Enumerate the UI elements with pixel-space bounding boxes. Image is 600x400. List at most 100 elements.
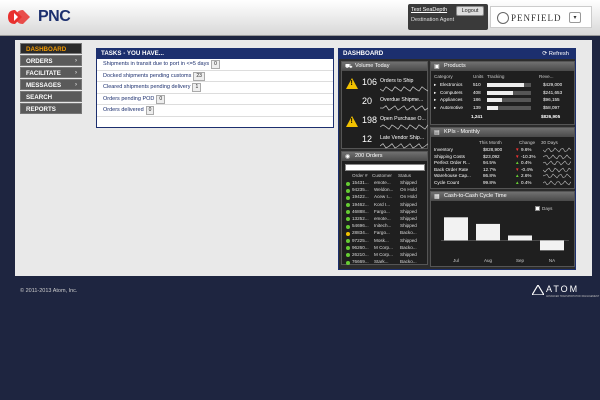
orders-search-input[interactable] (345, 164, 425, 171)
kpis-col-header: 30 Days (541, 140, 558, 145)
orders-col-header: Status (398, 173, 412, 178)
cash-cycle-tick-label: NA (549, 258, 555, 263)
task-row[interactable]: Docked shipments pending customs 23 (97, 71, 333, 82)
order-number: 19422... (352, 194, 369, 200)
order-number: 46888... (352, 208, 369, 214)
order-row[interactable]: 94235... Weldon... On Hold (344, 187, 428, 194)
products-col-header: Reve... (539, 74, 554, 79)
product-tracking-fill (487, 83, 525, 87)
volume-row[interactable]: 12 Late Vendor Ship... (344, 131, 428, 153)
nav-item-label: REPORTS (26, 106, 56, 113)
cash-cycle-tick-label: Aug (484, 258, 493, 263)
task-label: Orders pending POD (103, 95, 155, 102)
order-row[interactable]: 28834... Fargo... Backo... (344, 230, 428, 237)
order-row[interactable]: 13252... emote... Shipped (344, 216, 428, 223)
penfield-seal-icon (497, 12, 509, 24)
order-row[interactable]: 26210... M Corp... Shipped (344, 252, 428, 259)
order-status: Backo... (400, 244, 417, 250)
task-row[interactable]: Cleared shipments pending delivery 1 (97, 82, 333, 94)
task-row[interactable]: Orders pending POD 0 (97, 94, 333, 105)
volume-today-title: Volume Today (355, 63, 390, 69)
cash-cycle-header: ▦ Cash-to-Cash Cycle Time (431, 192, 574, 201)
order-row[interactable]: 96260... M Corp... Backo... (344, 245, 428, 252)
chevron-right-icon: › (75, 70, 77, 76)
kpi-value: $23,092 (483, 153, 500, 159)
order-customer: Fargo... (374, 230, 390, 236)
orders-title: Orders (365, 153, 383, 159)
kpis-widget: ▤ KPIs - Monthly This Month Change 30 Days I… (430, 127, 575, 189)
order-row[interactable]: 46888... Fargo... Shipped (344, 209, 428, 216)
brand-dropdown-button[interactable]: ▾ (569, 12, 581, 23)
product-arrow-icon: ▸ (434, 97, 437, 102)
task-row[interactable]: Shipments in transit due to port in <=5 … (97, 59, 333, 71)
kpi-sparkline (543, 167, 571, 173)
kpi-name: Perfect Order R... (434, 160, 470, 166)
products-total-units: 1,241 (471, 114, 483, 119)
dashboard-panel: DASHBOARD ⟳ Refresh ⛟Volume Today 106Ord… (338, 48, 576, 270)
nav-item-reports[interactable]: REPORTS (20, 103, 82, 114)
kpi-value: 94.5% (483, 160, 497, 166)
kpi-value: $828,900 (483, 147, 503, 152)
volume-number: 106 (362, 77, 378, 87)
kpi-sparkline (543, 154, 571, 159)
order-row[interactable]: 76669... Stark... Backo... (344, 259, 428, 266)
order-status: Shipped (400, 180, 417, 185)
order-row[interactable]: 97225... Mosk... Shipped (344, 238, 428, 245)
task-row[interactable]: Orders delivered 0 (97, 105, 333, 117)
product-units: 408 (473, 89, 481, 95)
dashboard-header: DASHBOARD ⟳ Refresh (339, 49, 575, 59)
orders-col-header: Customer (372, 173, 392, 178)
task-count-badge: 0 (156, 94, 166, 104)
refresh-button[interactable]: ⟳ Refresh (542, 49, 569, 59)
nav-item-dashboard[interactable]: DASHBOARD (20, 43, 82, 54)
order-status: On Hold (400, 194, 417, 200)
product-tracking-bar (487, 90, 531, 95)
warning-icon (346, 78, 358, 89)
nav-item-messages[interactable]: MESSAGES › (20, 79, 82, 90)
order-row[interactable]: 54696... Initech... Shipped (344, 223, 428, 230)
kpi-change: 2.6% (521, 173, 532, 179)
order-status: Shipped (400, 201, 417, 207)
nav-item-orders[interactable]: ORDERS › (20, 55, 82, 66)
products-col-header: Tracking (487, 74, 505, 79)
order-customer: Kord I... (374, 201, 391, 207)
kpi-name: Shipping Costs (434, 153, 465, 159)
volume-sparkline (380, 86, 428, 92)
user-name-link[interactable]: Test SeaDepth (411, 7, 447, 13)
order-number: 26210... (352, 251, 369, 257)
brand-name: PENFIELD (511, 13, 562, 23)
order-row[interactable]: 19462... Kord I... Shipped (344, 202, 428, 209)
status-dot-icon (346, 210, 350, 215)
volume-sparkline (380, 143, 428, 149)
logout-button[interactable]: Logout (456, 6, 484, 16)
order-number: 15431... (352, 180, 369, 185)
order-customer: Acew I... (374, 194, 392, 200)
product-revenue: $58,097 (543, 104, 560, 110)
volume-sparkline (380, 124, 428, 130)
arrow-up-icon: ▲ (515, 160, 520, 166)
products-col-header: Units (473, 74, 484, 79)
order-row[interactable]: 15431... emote... Shipped (344, 180, 428, 187)
products-header: ▣ Products (431, 62, 574, 71)
order-row[interactable]: 19422... Acew I... On Hold (344, 194, 428, 201)
orders-list[interactable]: 15431... emote... Shipped 94235... Weldon...… (344, 180, 428, 266)
status-dot-icon (346, 224, 350, 229)
kpi-chart-icon: ▤ (434, 130, 440, 136)
nav-item-label: MESSAGES (26, 82, 62, 89)
arrow-up-icon: ▲ (515, 180, 520, 185)
product-revenue: $96,155 (543, 97, 560, 102)
products-title: Products (444, 63, 466, 69)
tasks-panel: TASKS - YOU HAVE... Shipments in transit… (96, 48, 334, 128)
arrow-down-icon: ▼ (515, 166, 520, 172)
kpi-name: Cycle Count (434, 180, 460, 185)
nav-item-search[interactable]: SEARCH (20, 91, 82, 102)
status-dot-icon (346, 239, 350, 243)
kpi-name: Inventory (434, 147, 453, 152)
kpi-change: 9.6% (521, 147, 532, 152)
task-count-badge: 23 (193, 71, 205, 81)
nav-item-facilitate[interactable]: FACILITATE › (20, 67, 82, 78)
product-tracking-bar (487, 83, 531, 87)
cash-cycle-bar (444, 217, 468, 241)
product-units: 139 (473, 104, 481, 110)
kpi-value: 86.8% (483, 173, 497, 179)
